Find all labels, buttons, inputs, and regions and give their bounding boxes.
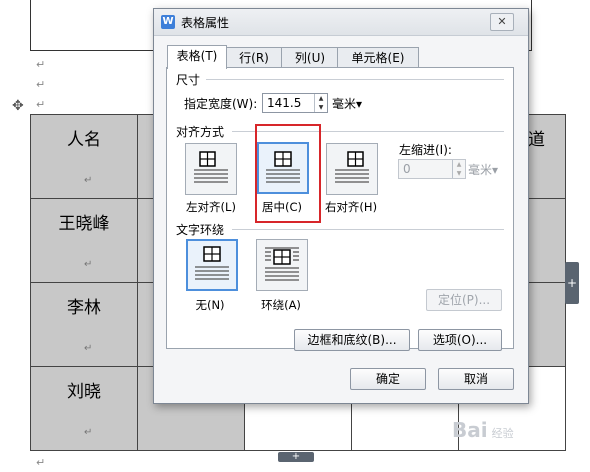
align-right-icon <box>335 151 369 183</box>
borders-and-shading-button[interactable]: 边框和底纹(B)... <box>294 329 410 351</box>
left-indent-label: 左缩进(I): <box>399 143 452 157</box>
cell-text: 李林 <box>67 298 101 318</box>
left-indent-input <box>399 160 459 178</box>
highlight-annotation <box>255 124 321 223</box>
options-button[interactable]: 选项(O)... <box>418 329 502 351</box>
table-cell[interactable]: 刘晓 ↵ <box>30 366 138 451</box>
paragraph-mark: ↵ <box>36 58 46 71</box>
text-wrap-group-label: 文字环绕 <box>176 223 225 237</box>
add-row-handle-icon[interactable]: + <box>278 452 314 462</box>
align-left-icon <box>194 151 228 183</box>
align-right-option[interactable] <box>326 143 378 195</box>
cell-text: 王晓峰 <box>58 214 110 234</box>
tab-cell[interactable]: 单元格(E) <box>337 47 419 68</box>
paragraph-mark: ↵ <box>84 343 93 354</box>
wrap-none-label[interactable]: 无(N) <box>180 297 240 313</box>
width-input[interactable] <box>263 94 321 112</box>
left-indent-spinner: ▲ ▼ <box>398 159 466 179</box>
cell-text: 刘晓 <box>67 382 101 402</box>
spin-down-icon[interactable]: ▼ <box>315 103 327 112</box>
alignment-group-label: 对齐方式 <box>176 125 225 139</box>
watermark-text: Bai <box>452 418 488 442</box>
spin-down-icon: ▼ <box>456 170 462 177</box>
table-cell[interactable]: 王晓峰 ↵ <box>30 198 138 283</box>
tab-column[interactable]: 列(U) <box>281 47 339 68</box>
paragraph-mark: ↵ <box>84 175 93 186</box>
close-icon[interactable]: ✕ <box>490 13 514 31</box>
size-group-label: 尺寸 <box>176 73 201 87</box>
wrap-none-icon <box>195 246 229 280</box>
spinner-arrows[interactable]: ▲ ▼ <box>314 94 327 112</box>
cancel-button[interactable]: 取消 <box>438 368 514 390</box>
width-label: 指定宽度(W): <box>184 97 258 111</box>
width-spinner[interactable]: ▲ ▼ <box>262 93 328 113</box>
left-indent-unit-dropdown: 毫米▾ <box>468 163 499 177</box>
cell-text: 人名 <box>67 130 101 150</box>
paragraph-mark: ↵ <box>36 98 46 111</box>
table-cell[interactable]: 李林 ↵ <box>30 282 138 367</box>
watermark-suffix: 经验 <box>491 427 514 440</box>
paragraph-mark: ↵ <box>36 78 46 91</box>
ok-button[interactable]: 确定 <box>350 368 426 390</box>
paragraph-mark: ↵ <box>84 259 93 270</box>
width-unit-dropdown[interactable]: 毫米▾ <box>332 95 362 112</box>
spin-up-icon: ▲ <box>456 161 462 168</box>
align-left-label[interactable]: 左对齐(L) <box>180 199 242 215</box>
group-divider <box>206 79 504 80</box>
tab-table[interactable]: 表格(T) <box>167 45 227 69</box>
wrap-around-label[interactable]: 环绕(A) <box>252 297 310 313</box>
wrap-around-icon <box>265 247 299 281</box>
paragraph-mark: ↵ <box>84 427 93 438</box>
wps-app-icon: W <box>161 15 175 29</box>
tab-row[interactable]: 行(R) <box>225 47 283 68</box>
add-column-handle-icon[interactable]: + <box>565 262 579 304</box>
table-move-handle-icon[interactable]: ✥ <box>12 98 24 114</box>
paragraph-mark: ↵ <box>36 456 46 469</box>
group-divider <box>232 229 504 230</box>
table-properties-dialog: W 表格属性 ✕ 表格(T) 行(R) 列(U) 单元格(E) 尺寸 指定宽度(… <box>153 8 529 404</box>
dialog-titlebar[interactable]: W 表格属性 ✕ <box>154 9 528 36</box>
spin-up-icon[interactable]: ▲ <box>315 94 327 103</box>
align-right-label[interactable]: 右对齐(H) <box>318 199 384 215</box>
align-left-option[interactable] <box>185 143 237 195</box>
spinner-arrows: ▲ ▼ <box>452 160 465 178</box>
watermark-logo: Bai 经验 <box>452 418 514 442</box>
dialog-title: 表格属性 <box>181 16 230 30</box>
position-button: 定位(P)... <box>426 289 502 311</box>
wrap-around-option[interactable] <box>256 239 308 291</box>
wrap-none-option[interactable] <box>186 239 238 291</box>
table-cell[interactable]: 人名 ↵ <box>30 114 138 199</box>
